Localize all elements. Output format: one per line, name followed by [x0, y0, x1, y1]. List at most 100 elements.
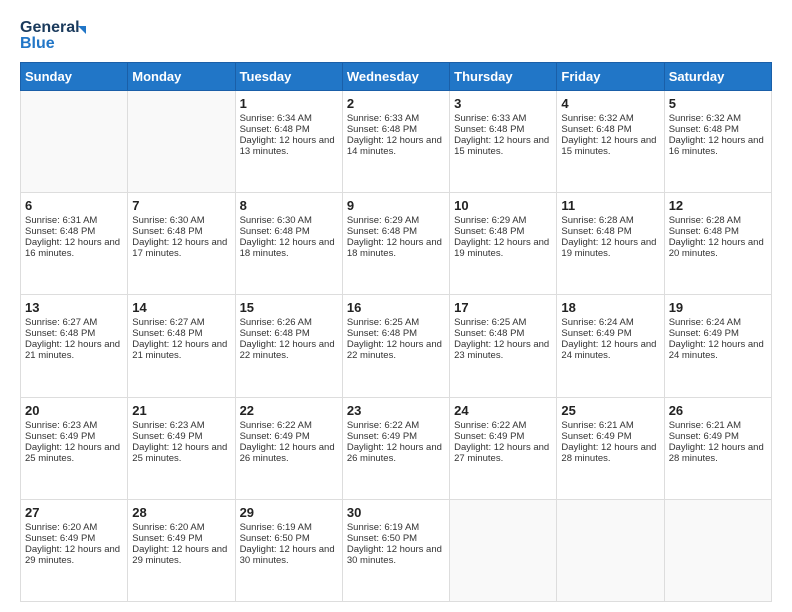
day-number: 22 [240, 403, 338, 418]
sunset-text: Sunset: 6:48 PM [25, 328, 95, 339]
sunrise-text: Sunrise: 6:19 AM [347, 522, 419, 533]
daylight-text: Daylight: 12 hours and 28 minutes. [561, 442, 656, 464]
sunrise-text: Sunrise: 6:21 AM [561, 420, 633, 431]
daylight-text: Daylight: 12 hours and 19 minutes. [561, 237, 656, 259]
calendar-cell: 29Sunrise: 6:19 AMSunset: 6:50 PMDayligh… [235, 499, 342, 601]
daylight-text: Daylight: 12 hours and 14 minutes. [347, 135, 442, 157]
daylight-text: Daylight: 12 hours and 26 minutes. [240, 442, 335, 464]
daylight-text: Daylight: 12 hours and 19 minutes. [454, 237, 549, 259]
calendar-cell: 26Sunrise: 6:21 AMSunset: 6:49 PMDayligh… [664, 397, 771, 499]
calendar-cell: 30Sunrise: 6:19 AMSunset: 6:50 PMDayligh… [342, 499, 449, 601]
daylight-text: Daylight: 12 hours and 21 minutes. [132, 339, 227, 361]
day-number: 2 [347, 96, 445, 111]
sunrise-text: Sunrise: 6:25 AM [347, 317, 419, 328]
day-number: 5 [669, 96, 767, 111]
calendar-cell [664, 499, 771, 601]
sunrise-text: Sunrise: 6:28 AM [561, 215, 633, 226]
day-number: 19 [669, 300, 767, 315]
svg-text:Blue: Blue [20, 35, 55, 52]
sunrise-text: Sunrise: 6:20 AM [132, 522, 204, 533]
sunset-text: Sunset: 6:48 PM [240, 226, 310, 237]
sunrise-text: Sunrise: 6:28 AM [669, 215, 741, 226]
daylight-text: Daylight: 12 hours and 20 minutes. [669, 237, 764, 259]
day-number: 30 [347, 505, 445, 520]
calendar-table: SundayMondayTuesdayWednesdayThursdayFrid… [20, 62, 772, 602]
daylight-text: Daylight: 12 hours and 13 minutes. [240, 135, 335, 157]
sunrise-text: Sunrise: 6:21 AM [669, 420, 741, 431]
calendar-week-2: 6Sunrise: 6:31 AMSunset: 6:48 PMDaylight… [21, 193, 772, 295]
sunset-text: Sunset: 6:49 PM [25, 431, 95, 442]
calendar-cell: 7Sunrise: 6:30 AMSunset: 6:48 PMDaylight… [128, 193, 235, 295]
daylight-text: Daylight: 12 hours and 26 minutes. [347, 442, 442, 464]
day-number: 24 [454, 403, 552, 418]
sunset-text: Sunset: 6:48 PM [669, 226, 739, 237]
day-header-friday: Friday [557, 63, 664, 91]
daylight-text: Daylight: 12 hours and 28 minutes. [669, 442, 764, 464]
calendar-cell: 4Sunrise: 6:32 AMSunset: 6:48 PMDaylight… [557, 91, 664, 193]
sunrise-text: Sunrise: 6:32 AM [669, 113, 741, 124]
sunrise-text: Sunrise: 6:30 AM [240, 215, 312, 226]
sunset-text: Sunset: 6:49 PM [669, 431, 739, 442]
calendar-cell: 18Sunrise: 6:24 AMSunset: 6:49 PMDayligh… [557, 295, 664, 397]
sunset-text: Sunset: 6:48 PM [132, 226, 202, 237]
page: GeneralBlue SundayMondayTuesdayWednesday… [0, 0, 792, 612]
day-number: 3 [454, 96, 552, 111]
daylight-text: Daylight: 12 hours and 30 minutes. [240, 544, 335, 566]
daylight-text: Daylight: 12 hours and 22 minutes. [347, 339, 442, 361]
calendar-cell: 20Sunrise: 6:23 AMSunset: 6:49 PMDayligh… [21, 397, 128, 499]
calendar-cell: 5Sunrise: 6:32 AMSunset: 6:48 PMDaylight… [664, 91, 771, 193]
day-number: 13 [25, 300, 123, 315]
sunset-text: Sunset: 6:48 PM [454, 226, 524, 237]
calendar-week-3: 13Sunrise: 6:27 AMSunset: 6:48 PMDayligh… [21, 295, 772, 397]
calendar-cell: 9Sunrise: 6:29 AMSunset: 6:48 PMDaylight… [342, 193, 449, 295]
day-number: 7 [132, 198, 230, 213]
calendar-cell: 23Sunrise: 6:22 AMSunset: 6:49 PMDayligh… [342, 397, 449, 499]
day-number: 21 [132, 403, 230, 418]
logo: GeneralBlue [20, 16, 90, 52]
sunset-text: Sunset: 6:49 PM [669, 328, 739, 339]
daylight-text: Daylight: 12 hours and 18 minutes. [240, 237, 335, 259]
daylight-text: Daylight: 12 hours and 17 minutes. [132, 237, 227, 259]
sunset-text: Sunset: 6:49 PM [132, 533, 202, 544]
calendar-cell: 8Sunrise: 6:30 AMSunset: 6:48 PMDaylight… [235, 193, 342, 295]
sunrise-text: Sunrise: 6:34 AM [240, 113, 312, 124]
day-number: 14 [132, 300, 230, 315]
sunset-text: Sunset: 6:48 PM [240, 124, 310, 135]
calendar-cell: 10Sunrise: 6:29 AMSunset: 6:48 PMDayligh… [450, 193, 557, 295]
daylight-text: Daylight: 12 hours and 22 minutes. [240, 339, 335, 361]
sunrise-text: Sunrise: 6:23 AM [132, 420, 204, 431]
day-number: 25 [561, 403, 659, 418]
sunset-text: Sunset: 6:48 PM [561, 124, 631, 135]
sunrise-text: Sunrise: 6:19 AM [240, 522, 312, 533]
day-number: 6 [25, 198, 123, 213]
daylight-text: Daylight: 12 hours and 27 minutes. [454, 442, 549, 464]
day-number: 15 [240, 300, 338, 315]
sunrise-text: Sunrise: 6:20 AM [25, 522, 97, 533]
sunset-text: Sunset: 6:50 PM [347, 533, 417, 544]
day-number: 20 [25, 403, 123, 418]
sunrise-text: Sunrise: 6:24 AM [561, 317, 633, 328]
day-header-wednesday: Wednesday [342, 63, 449, 91]
daylight-text: Daylight: 12 hours and 16 minutes. [25, 237, 120, 259]
sunset-text: Sunset: 6:49 PM [240, 431, 310, 442]
sunset-text: Sunset: 6:49 PM [25, 533, 95, 544]
calendar-cell: 22Sunrise: 6:22 AMSunset: 6:49 PMDayligh… [235, 397, 342, 499]
calendar-cell [128, 91, 235, 193]
daylight-text: Daylight: 12 hours and 25 minutes. [132, 442, 227, 464]
calendar-cell: 24Sunrise: 6:22 AMSunset: 6:49 PMDayligh… [450, 397, 557, 499]
calendar-cell [450, 499, 557, 601]
sunset-text: Sunset: 6:49 PM [454, 431, 524, 442]
sunset-text: Sunset: 6:49 PM [347, 431, 417, 442]
sunset-text: Sunset: 6:48 PM [132, 328, 202, 339]
sunset-text: Sunset: 6:49 PM [561, 328, 631, 339]
daylight-text: Daylight: 12 hours and 25 minutes. [25, 442, 120, 464]
daylight-text: Daylight: 12 hours and 18 minutes. [347, 237, 442, 259]
svg-text:General: General [20, 19, 80, 36]
sunrise-text: Sunrise: 6:27 AM [25, 317, 97, 328]
daylight-text: Daylight: 12 hours and 24 minutes. [669, 339, 764, 361]
sunset-text: Sunset: 6:50 PM [240, 533, 310, 544]
sunset-text: Sunset: 6:48 PM [454, 328, 524, 339]
sunrise-text: Sunrise: 6:27 AM [132, 317, 204, 328]
calendar-cell: 25Sunrise: 6:21 AMSunset: 6:49 PMDayligh… [557, 397, 664, 499]
sunset-text: Sunset: 6:48 PM [240, 328, 310, 339]
